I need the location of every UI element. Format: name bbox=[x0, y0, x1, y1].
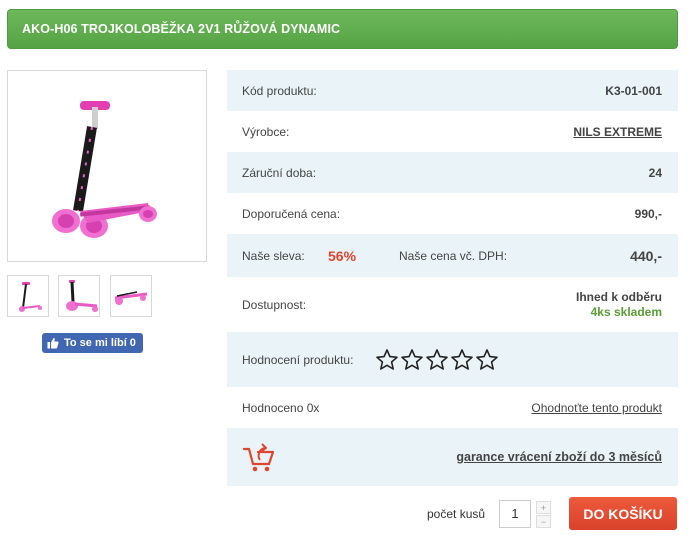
return-guarantee-link[interactable]: garance vrácení zboží do 3 měsíců bbox=[456, 450, 662, 464]
row-discount-price: Naše sleva: 56% Naše cena vč. DPH: 440,- bbox=[227, 234, 678, 277]
facebook-like-label: To se mi líbí 0 bbox=[64, 337, 136, 349]
rate-product-link[interactable]: Ohodnoťte tento produkt bbox=[531, 401, 662, 415]
recommended-price-value: 990,- bbox=[634, 206, 662, 221]
manufacturer-label: Výrobce: bbox=[242, 124, 290, 139]
product-code-label: Kód produktu: bbox=[242, 83, 317, 98]
stock-value: 4ks skladem bbox=[590, 304, 662, 319]
main-product-image[interactable] bbox=[7, 70, 207, 262]
scooter-thumb-3 bbox=[114, 291, 148, 305]
star-outline-icon[interactable] bbox=[475, 348, 499, 372]
thumbnail-1[interactable] bbox=[7, 275, 49, 317]
quantity-increase-button[interactable]: + bbox=[536, 501, 551, 514]
rating-stars[interactable] bbox=[375, 348, 499, 372]
add-to-cart-button[interactable]: DO KOŠÍKU bbox=[569, 497, 677, 530]
warranty-label: Záruční doba: bbox=[242, 165, 317, 180]
availability-value: Ihned k odběru bbox=[575, 289, 662, 304]
row-rating: Hodnocení produktu: bbox=[227, 332, 678, 387]
our-price-value: 440,- bbox=[630, 247, 662, 264]
rating-label: Hodnocení produktu: bbox=[242, 352, 354, 367]
row-manufacturer: Výrobce: NILS EXTREME bbox=[227, 111, 678, 152]
row-return-guarantee: garance vrácení zboží do 3 měsíců bbox=[227, 428, 678, 486]
scooter-thumb-2 bbox=[66, 280, 98, 312]
cart-return-icon bbox=[242, 443, 275, 472]
star-outline-icon[interactable] bbox=[450, 348, 474, 372]
thumbnail-3[interactable] bbox=[110, 275, 152, 317]
row-rated-count: Hodnoceno 0x Ohodnoťte tento produkt bbox=[227, 387, 678, 428]
row-availability: Dostupnost: Ihned k odběru 4ks skladem bbox=[227, 277, 678, 332]
recommended-price-label: Doporučená cena: bbox=[242, 206, 341, 221]
star-outline-icon[interactable] bbox=[425, 348, 449, 372]
quantity-label: počet kusů bbox=[427, 507, 486, 521]
warranty-value: 24 bbox=[648, 165, 662, 180]
row-product-code: Kód produktu: K3-01-001 bbox=[227, 70, 678, 111]
scooter-thumb-1 bbox=[19, 282, 42, 312]
our-price-label: Naše cena vč. DPH: bbox=[399, 248, 508, 263]
rated-count-label: Hodnoceno 0x bbox=[242, 400, 320, 415]
product-code-value: K3-01-001 bbox=[605, 83, 662, 98]
discount-label: Naše sleva: bbox=[242, 248, 305, 263]
thumbs-up-icon bbox=[47, 338, 59, 349]
star-outline-icon[interactable] bbox=[375, 348, 399, 372]
row-recommended-price: Doporučená cena: 990,- bbox=[227, 193, 678, 234]
row-warranty: Záruční doba: 24 bbox=[227, 152, 678, 193]
thumbnail-2[interactable] bbox=[58, 275, 100, 317]
scooter-image bbox=[52, 101, 157, 238]
facebook-like-button[interactable]: To se mi líbí 0 bbox=[42, 333, 143, 353]
product-title: AKO-H06 TROJKOLOBĚŽKA 2V1 RŮŽOVÁ DYNAMIC bbox=[22, 22, 341, 36]
availability-label: Dostupnost: bbox=[242, 297, 307, 312]
quantity-decrease-button[interactable]: − bbox=[536, 515, 551, 528]
availability-block: Ihned k odběru 4ks skladem bbox=[576, 290, 662, 320]
product-title-bar: AKO-H06 TROJKOLOBĚŽKA 2V1 RŮŽOVÁ DYNAMIC bbox=[7, 9, 678, 49]
discount-value: 56% bbox=[328, 247, 357, 264]
quantity-input[interactable]: 1 bbox=[499, 500, 531, 528]
manufacturer-link[interactable]: NILS EXTREME bbox=[573, 125, 662, 139]
star-outline-icon[interactable] bbox=[400, 348, 424, 372]
